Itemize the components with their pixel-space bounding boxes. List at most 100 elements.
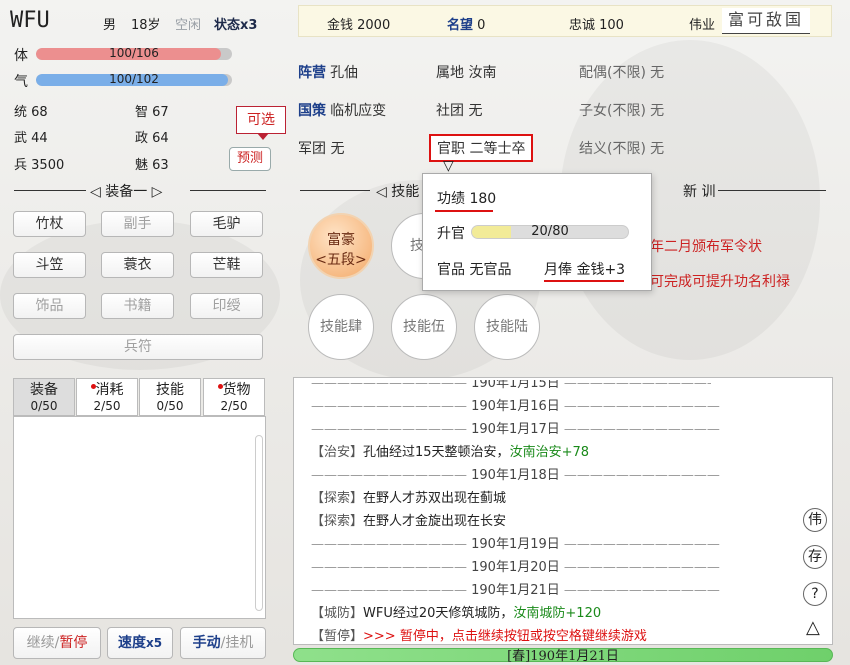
log-highlight: 汝南城防+120 — [513, 606, 602, 621]
tab-label: 货物 — [222, 382, 251, 398]
log-date: 190年1月17日 — [471, 422, 560, 437]
log-tag: 【探索】 — [311, 514, 364, 529]
continue-pause-button[interactable]: 继续/暂停 — [13, 627, 101, 659]
divider — [14, 190, 86, 191]
tab-label: 消耗 — [95, 382, 124, 398]
log-text: WFU经过20天修筑城防， — [363, 606, 514, 621]
attr-command: 统 68 — [14, 105, 48, 120]
achievement-side-button[interactable]: 伟 — [803, 508, 827, 532]
spouse: 配偶(不限) 无 — [579, 62, 664, 82]
auto-label: 挂机 — [225, 635, 254, 651]
current-date: [春]190年1月21日 — [507, 649, 619, 664]
slot-accessory[interactable]: 饰品 — [13, 293, 86, 319]
manual-label: 手动 — [192, 635, 221, 651]
skill-slot-5[interactable]: 技能伍 — [391, 294, 457, 360]
log-line: ———————————— 190年1月18日 ———————————— — [311, 468, 720, 483]
skill-name: 富豪 — [327, 232, 355, 248]
club: 社团 无 — [436, 103, 483, 119]
qi-bar: 100/102 — [36, 74, 232, 86]
attr-charm: 魅 63 — [135, 158, 169, 173]
skill-slot-6[interactable]: 技能陆 — [474, 294, 540, 360]
log-line: ———————————— 190年1月15日 ———————————— — [311, 376, 720, 391]
notice-order: 年二月颁布军令状 — [650, 239, 762, 255]
divider — [300, 190, 370, 191]
player-name: WFU — [10, 8, 50, 33]
scroll-up-icon[interactable]: △ — [806, 617, 820, 638]
log-text: 在野人才苏双出现在蓟城 — [363, 491, 507, 506]
fame-value: 0 — [477, 18, 486, 33]
slot-head[interactable]: 斗笠 — [13, 252, 86, 278]
slot-army-token[interactable]: 兵符 — [13, 334, 263, 360]
predict-button[interactable]: 预测 — [229, 147, 271, 171]
log-tag: 【探索】 — [311, 491, 364, 506]
slot-seal[interactable]: 印绶 — [190, 293, 263, 319]
log-tag: 【暂停】 — [311, 629, 364, 644]
slot-body[interactable]: 蓑衣 — [101, 252, 174, 278]
skills-header[interactable]: ◁ 技能 — [376, 181, 419, 201]
save-side-button[interactable]: 存 — [803, 545, 827, 569]
skill-level: <五段> — [315, 252, 367, 268]
faction-label: 阵营 — [298, 65, 326, 81]
fame: 名望 0 — [447, 14, 485, 33]
pause-label: 暂停 — [59, 635, 88, 651]
slot-weapon[interactable]: 竹杖 — [13, 211, 86, 237]
log-line: 【探索】在野人才苏双出现在蓟城 — [311, 487, 506, 506]
player-state[interactable]: 状态x3 — [214, 14, 257, 33]
slot-offhand[interactable]: 副手 — [101, 211, 174, 237]
player-age: 18岁 — [131, 18, 161, 33]
skill-slot-4[interactable]: 技能肆 — [308, 294, 374, 360]
qi-label: 气 — [14, 74, 28, 90]
inventory-panel — [13, 416, 266, 619]
children-label: 子女(不限) — [579, 103, 646, 119]
log-tag: 【治安】 — [311, 445, 364, 460]
log-line: 【探索】在野人才金旋出现在长安 — [311, 510, 506, 529]
log-text: 在野人才金旋出现在长安 — [363, 514, 507, 529]
log-date: 190年1月18日 — [471, 468, 560, 483]
achievement-title[interactable]: 富可敌国 — [722, 8, 810, 34]
log-line: ———————————— 190年1月16日 ———————————— — [311, 399, 720, 414]
rank: 官品 无官品 — [437, 262, 512, 278]
log-line: 【暂停】>>> 暂停中，点击继续按钮或按空格键继续游戏 — [311, 625, 647, 644]
equipment-set-selector[interactable]: ◁ 装备一 ▷ — [90, 181, 162, 201]
slot-feet[interactable]: 芒鞋 — [190, 252, 263, 278]
help-side-button[interactable]: ? — [803, 582, 827, 606]
sworn: 结义(不限) 无 — [579, 138, 664, 158]
log-tag: 【城防】 — [311, 606, 364, 621]
money: 金钱 2000 — [327, 18, 391, 33]
spouse-label: 配偶(不限) — [579, 65, 646, 81]
tab-equipment[interactable]: 装备 0/50 — [13, 378, 75, 416]
slot-book[interactable]: 书籍 — [101, 293, 174, 319]
tab-label: 装备 — [30, 382, 58, 398]
tab-goods[interactable]: 货物 2/50 — [203, 378, 265, 416]
log-date: 190年1月16日 — [471, 399, 560, 414]
faction: 阵营 孔伷 — [298, 62, 358, 82]
manual-auto-button[interactable]: 手动/挂机 — [180, 627, 266, 659]
tab-consumables[interactable]: 消耗 2/50 — [76, 378, 138, 416]
slot-mount[interactable]: 毛驴 — [190, 211, 263, 237]
salary: 月俸 金钱+3 — [544, 262, 626, 278]
territory: 属地 汝南 — [436, 65, 497, 81]
tab-count: 2/50 — [93, 399, 121, 413]
promote-text: 20/80 — [531, 224, 569, 239]
inventory-scrollbar[interactable] — [255, 435, 263, 611]
promote-label: 升官 — [437, 226, 465, 242]
tab-count: 2/50 — [220, 399, 248, 413]
speed-button[interactable]: 速度x5 — [107, 627, 173, 659]
policy-label: 国策 — [298, 103, 326, 119]
attr-intelligence: 智 67 — [135, 105, 169, 120]
attr-politics: 政 64 — [135, 131, 169, 146]
tab-skills[interactable]: 技能 0/50 — [139, 378, 201, 416]
attr-troops: 兵 3500 — [14, 158, 65, 173]
log-line: ———————————— 190年1月19日 ———————————— — [311, 537, 720, 552]
sworn-value: 无 — [650, 141, 665, 157]
hp-text: 100/106 — [109, 48, 159, 60]
log-text: 孔伷经过15天整顿治安， — [363, 445, 510, 460]
attr-martial: 武 44 — [14, 131, 48, 146]
log-date: 190年1月20日 — [471, 560, 560, 575]
log-line: ———————————— 190年1月17日 ———————————— — [311, 422, 720, 437]
office-popup: 功绩 180 升官 20/80 官品 无官品 月俸 金钱+3 — [422, 173, 652, 291]
fame-label: 名望 — [447, 18, 474, 33]
log-line: ———————————— 190年1月21日 ———————————— — [311, 583, 720, 598]
log-line: ———————————— 190年1月20日 ———————————— — [311, 560, 720, 575]
skill-rich[interactable]: 富豪 <五段> — [308, 213, 374, 279]
